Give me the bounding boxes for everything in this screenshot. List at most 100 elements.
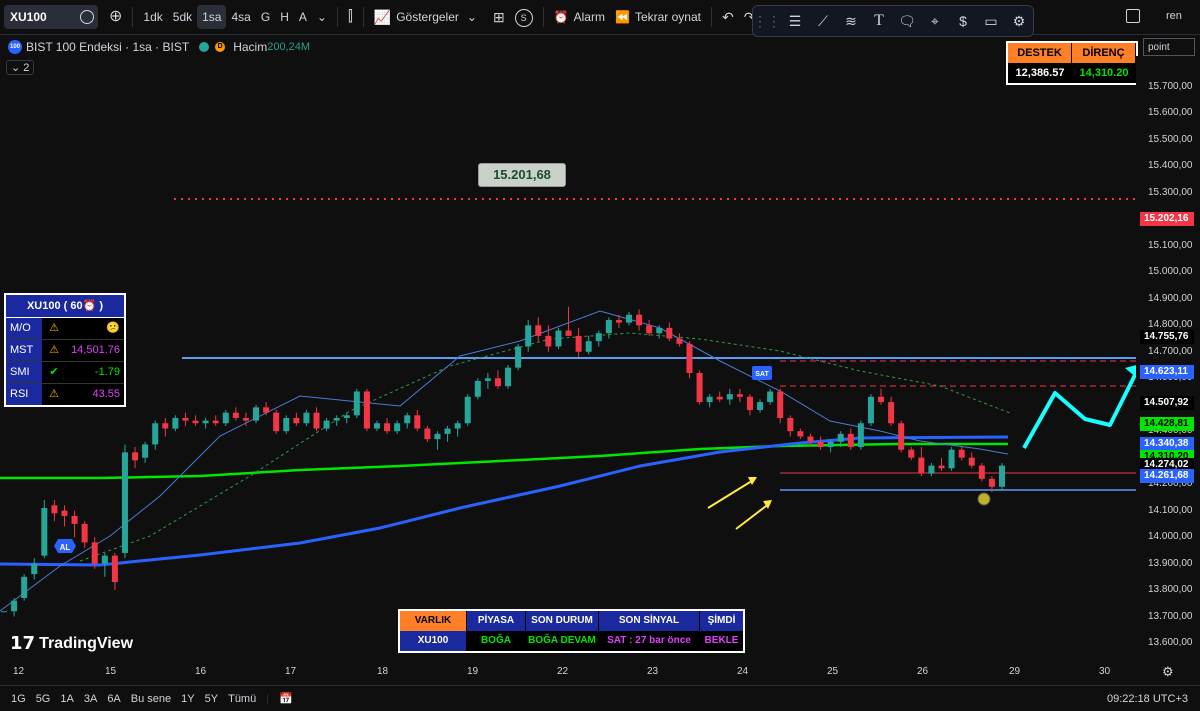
undo-icon[interactable]: ↶ <box>717 5 739 29</box>
candle <box>384 417 391 434</box>
compare-icon[interactable]: ⊕ <box>104 5 127 29</box>
replay-button[interactable]: ⏪ Tekrar oynat <box>610 5 706 29</box>
chevron-down-icon: ⌄ <box>466 10 477 24</box>
candle <box>555 327 562 350</box>
candle-body <box>696 372 703 403</box>
candle-body <box>575 335 582 352</box>
interval-4sa[interactable]: 4sa <box>226 5 255 29</box>
candle-body <box>968 457 975 466</box>
candle-type-icon[interactable]: ⫿ <box>343 5 358 29</box>
settings-icon[interactable]: ⚙ <box>1008 10 1030 32</box>
candle-body <box>111 555 118 583</box>
trendline-icon[interactable]: ⟋ <box>812 10 834 32</box>
time-axis-label: 24 <box>737 666 749 677</box>
range-bu-sene[interactable]: Bu sene <box>126 693 176 705</box>
candle <box>353 388 360 418</box>
volume-label[interactable]: Hacim <box>233 40 267 54</box>
interval-dropdown-icon[interactable]: ⌄ <box>312 5 332 29</box>
indicators-button[interactable]: 📈 Göstergeler ⌄ <box>369 5 482 29</box>
candle-body <box>81 523 88 543</box>
range-6a[interactable]: 6A <box>102 693 125 705</box>
pin-icon[interactable]: ⌖ <box>924 10 946 32</box>
price-scale-label: 15.400,00 <box>1148 160 1193 172</box>
comment-icon[interactable]: 🗨 <box>896 10 918 32</box>
callout-icon[interactable]: ▭ <box>980 10 1002 32</box>
interval-g[interactable]: G <box>256 5 275 29</box>
time-axis[interactable]: 12 15 16 17 18 19 22 23 24 25 26 29 30 <box>0 660 1136 682</box>
candle <box>585 335 592 355</box>
interval-1sa[interactable]: 1sa <box>197 5 227 29</box>
divider <box>710 7 712 27</box>
volume-value: 200,24M <box>267 41 311 53</box>
range-5g[interactable]: 5G <box>31 693 56 705</box>
candle-body <box>736 394 743 397</box>
candle-body <box>484 378 491 381</box>
support-value: 12,386.57 <box>1015 67 1065 79</box>
price-scale-label: 15.700,00 <box>1148 81 1193 92</box>
lines-icon[interactable]: ☰ <box>784 10 806 32</box>
scale-mode-label[interactable]: point <box>1143 38 1195 56</box>
legend-title[interactable]: BIST 100 Endeksi · 1sa · BIST <box>26 40 189 54</box>
candle <box>333 415 340 426</box>
info-value: -1.79 <box>94 366 120 378</box>
interval-1dk[interactable]: 1dk <box>138 5 167 29</box>
drag-handle-icon[interactable]: ⋮⋮ <box>753 10 781 32</box>
price-chart[interactable]: AL SAT <box>0 56 1136 660</box>
price-scale[interactable]: 15.700,00 15.600,00 15.500,00 15.400,00 15.3… <box>1136 56 1200 660</box>
candle-body <box>343 415 350 418</box>
interval-h[interactable]: H <box>275 5 294 29</box>
alarm-button[interactable]: ⏰ Alarm <box>549 5 610 29</box>
symbol-options-icon[interactable] <box>80 10 94 24</box>
candle <box>928 462 935 477</box>
range-1y[interactable]: 1Y <box>176 693 199 705</box>
price-tag: 14.755,76 <box>1140 329 1194 344</box>
candle <box>484 372 491 389</box>
axis-settings-icon[interactable]: ⚙ <box>1162 664 1174 680</box>
range-5y[interactable]: 5Y <box>200 693 223 705</box>
candle <box>454 420 461 437</box>
candle <box>373 420 380 432</box>
price-annotation[interactable]: 15.201,68 <box>478 163 566 187</box>
templates-button[interactable]: S <box>510 5 538 29</box>
symbol-search[interactable]: XU100 <box>4 5 98 29</box>
candle <box>182 412 189 426</box>
range-1a[interactable]: 1A <box>55 693 78 705</box>
range-3a[interactable]: 3A <box>79 693 102 705</box>
candle <box>746 394 753 416</box>
interval-a[interactable]: A <box>294 5 312 29</box>
candle <box>605 317 612 339</box>
tradingview-logo[interactable]: 𝟭𝟳 TradingView <box>10 633 133 654</box>
time-axis-label: 15 <box>105 666 117 677</box>
clock[interactable]: 09:22:18 UTC+3 <box>1107 693 1188 705</box>
candle <box>867 394 874 426</box>
candle <box>626 312 633 326</box>
candle-body <box>716 396 723 400</box>
goto-date-icon[interactable]: 📅 <box>274 692 298 705</box>
candle <box>525 319 532 352</box>
info-key: RSI <box>6 384 42 405</box>
candle-body <box>91 542 98 564</box>
interval-5dk[interactable]: 5dk <box>168 5 197 29</box>
info-panel-title: XU100 ( 60⏰ ) <box>6 295 124 318</box>
candle-body <box>706 396 713 403</box>
info-value: 😕 <box>106 322 120 334</box>
user-label[interactable]: ren <box>1166 10 1182 22</box>
layouts-icon[interactable]: ⊞ <box>488 5 510 29</box>
candle-body <box>494 378 501 387</box>
candle-body <box>908 449 915 458</box>
price-scale-label: 15.600,00 <box>1148 107 1193 119</box>
text-icon[interactable]: T <box>868 10 890 32</box>
fib-icon[interactable]: ≋ <box>840 10 862 32</box>
candle-body <box>555 330 562 347</box>
range-tumu[interactable]: Tümü <box>223 693 261 705</box>
replay-icon: ⏪ <box>614 10 630 24</box>
price-label-icon[interactable]: $ <box>952 10 974 32</box>
fullscreen-icon[interactable] <box>1126 9 1140 23</box>
info-row-rsi: RSI ⚠ 43.55 <box>6 384 124 405</box>
candle-body <box>888 402 895 424</box>
range-1g[interactable]: 1G <box>6 693 31 705</box>
cyan-projection-arrow <box>1022 368 1136 449</box>
candle <box>444 425 451 442</box>
candle-body <box>847 433 854 448</box>
candle-body <box>162 423 169 429</box>
